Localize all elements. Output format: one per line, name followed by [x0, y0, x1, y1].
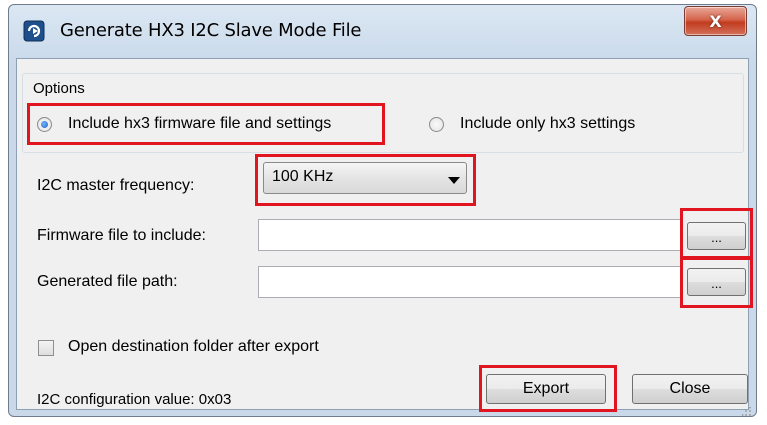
output-path-input[interactable]: [258, 266, 681, 298]
frequency-select-value: 100 KHz: [272, 168, 334, 185]
config-value-status: I2C configuration value: 0x03: [37, 391, 232, 408]
resize-grip-icon[interactable]: [741, 404, 752, 422]
window-close-button[interactable]: X: [684, 6, 747, 36]
radio-settings-only[interactable]: [429, 117, 444, 132]
close-button[interactable]: Close: [632, 374, 748, 404]
close-icon: X: [709, 11, 722, 31]
app-icon: [23, 20, 45, 42]
radio-include-firmware-label[interactable]: Include hx3 firmware file and settings: [68, 115, 331, 133]
firmware-path-input[interactable]: [258, 219, 681, 251]
firmware-label: Firmware file to include:: [37, 227, 206, 244]
open-folder-checkbox[interactable]: [38, 340, 54, 356]
firmware-browse-button[interactable]: ...: [687, 222, 746, 250]
open-folder-label[interactable]: Open destination folder after export: [68, 338, 319, 356]
radio-include-firmware[interactable]: [37, 117, 52, 132]
frequency-label: I2C master frequency:: [37, 177, 195, 194]
radio-settings-only-label[interactable]: Include only hx3 settings: [460, 115, 635, 133]
options-legend: Options: [31, 80, 87, 97]
output-browse-button[interactable]: ...: [687, 268, 746, 296]
output-path-label: Generated file path:: [37, 273, 178, 290]
window-title: Generate HX3 I2C Slave Mode File: [60, 20, 362, 41]
chevron-down-icon: [448, 177, 460, 184]
export-button[interactable]: Export: [486, 374, 606, 404]
